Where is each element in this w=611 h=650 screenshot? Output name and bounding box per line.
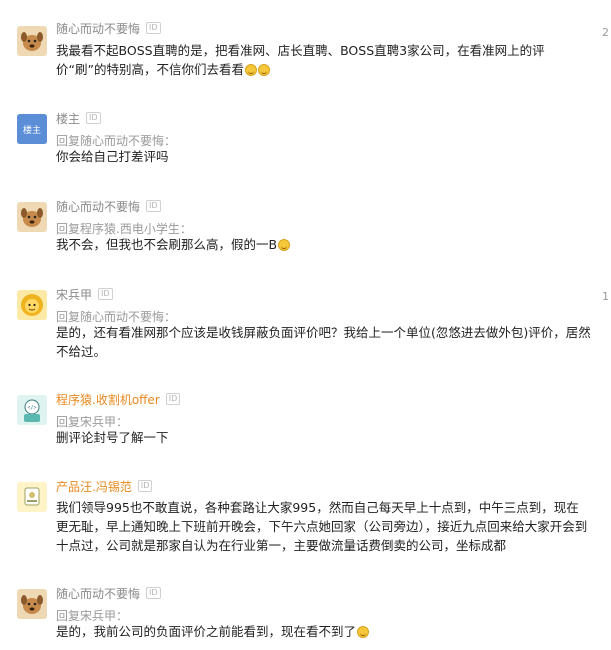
id-badge: ID	[86, 112, 101, 124]
svg-text:</>: </>	[27, 405, 36, 411]
comment-text: 是的，我前公司的负面评价之前能看到，现在看不到了	[56, 622, 591, 641]
comment-text: 我不会，但我也不会刷那么高，假的一B	[56, 235, 591, 254]
avatar[interactable]	[17, 589, 47, 619]
comment-text: 删评论封号了解一下	[56, 430, 169, 445]
username[interactable]: 随心而动不要悔	[56, 20, 140, 37]
host-avatar-icon: 楼主	[17, 114, 47, 144]
side-count: 2	[602, 26, 609, 39]
grin-emoji-icon	[244, 64, 257, 76]
username[interactable]: 随心而动不要悔	[56, 585, 140, 602]
dog-avatar-icon	[17, 202, 47, 232]
coder-avatar-icon: </>	[17, 395, 47, 425]
grin-emoji-icon	[257, 64, 270, 76]
username[interactable]: 产品汪.冯锡范	[56, 478, 132, 495]
dog-avatar-icon	[17, 26, 47, 56]
id-badge: ID	[98, 288, 113, 300]
side-count: 1	[602, 290, 609, 303]
avatar[interactable]	[17, 290, 47, 320]
lion-avatar-icon	[17, 290, 47, 320]
laugh-cry-emoji-icon	[278, 239, 291, 251]
username[interactable]: 宋兵甲	[56, 286, 92, 303]
id-badge: ID	[146, 200, 161, 212]
id-badge: ID	[146, 587, 161, 599]
avatar[interactable]	[17, 482, 47, 512]
comment-text: 你会给自己打差评吗	[56, 149, 169, 164]
id-badge: ID	[137, 480, 153, 492]
avatar[interactable]	[17, 202, 47, 232]
id-badge: ID	[165, 393, 181, 405]
id-badge: ID	[146, 22, 161, 34]
username[interactable]: 随心而动不要悔	[56, 198, 140, 215]
comment-text: 我们领导995也不敢直说，各种套路让大家995，然而自己每天早上十点到，中午三点…	[56, 500, 588, 553]
avatar[interactable]: 楼主	[17, 114, 47, 144]
dog-avatar-icon	[17, 589, 47, 619]
comment-text: 我最看不起BOSS直聘的是，把看准网、店长直聘、BOSS直聘3家公司，在看准网上…	[56, 43, 545, 77]
avatar[interactable]: </>	[17, 395, 47, 425]
svg-text:楼主: 楼主	[23, 124, 41, 136]
comment-text: 是的，还有看准网那个应该是收钱屏蔽负面评价吧？我给上一个单位(忽悠进去做外包)评…	[56, 325, 591, 359]
product-avatar-icon	[17, 482, 47, 512]
grin-emoji-icon	[357, 626, 370, 638]
username[interactable]: 楼主	[56, 110, 80, 127]
avatar[interactable]	[17, 26, 47, 56]
username[interactable]: 程序猿.收割机offer	[56, 391, 160, 408]
